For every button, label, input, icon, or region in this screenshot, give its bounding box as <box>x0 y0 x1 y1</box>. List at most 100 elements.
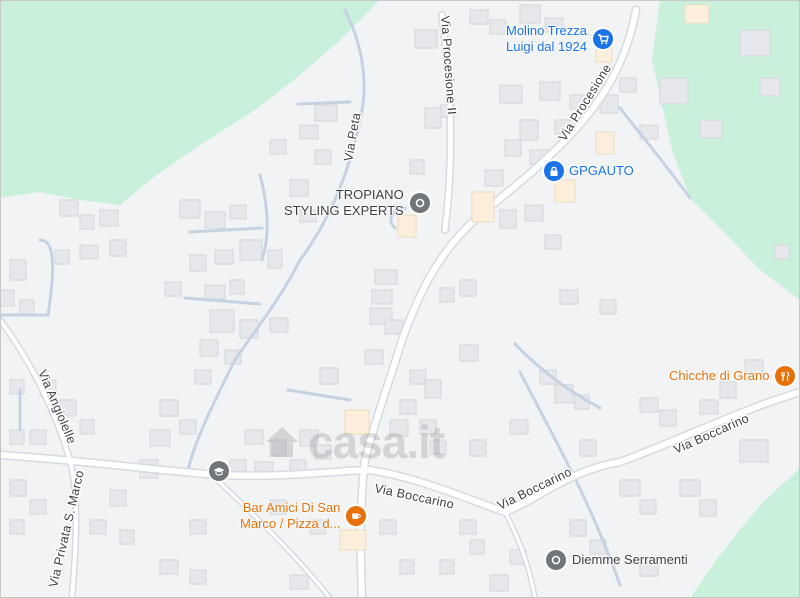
building <box>9 259 27 281</box>
building <box>179 199 201 219</box>
poi-tropiano-line1: TROPIANO <box>335 187 404 202</box>
building <box>739 439 769 463</box>
building <box>79 214 95 230</box>
building <box>774 244 790 260</box>
building <box>269 317 289 333</box>
building <box>469 439 487 457</box>
building <box>459 344 479 362</box>
building <box>54 249 70 265</box>
building <box>499 84 523 104</box>
building <box>89 519 107 535</box>
building <box>189 519 207 535</box>
building <box>204 211 226 229</box>
building <box>409 159 425 175</box>
building <box>539 81 561 101</box>
poi-diemme-label: Diemme Serramenti <box>572 552 688 567</box>
building <box>189 569 207 585</box>
poi-tropiano-label: TROPIANO STYLING EXPERTS <box>284 187 404 219</box>
building <box>9 519 25 535</box>
poi-bar-label: Bar Amici Di San Marco / Pizza d... <box>240 500 340 532</box>
building <box>199 339 219 357</box>
building <box>371 289 393 305</box>
poi-diemme-serramenti[interactable]: Diemme Serramenti <box>546 550 688 570</box>
building <box>204 284 226 300</box>
building <box>524 204 544 222</box>
school-icon <box>209 461 229 481</box>
building <box>314 149 332 165</box>
building <box>559 289 579 305</box>
building <box>659 77 689 105</box>
building <box>99 209 119 227</box>
poi-school[interactable] <box>209 461 229 481</box>
poi-gpgauto-label: GPGAUTO <box>569 163 634 178</box>
house-icon <box>266 427 298 457</box>
building <box>119 529 135 545</box>
building <box>639 499 657 515</box>
building <box>759 77 781 97</box>
building <box>229 279 245 295</box>
building <box>149 429 171 447</box>
poi-chicche-di-grano[interactable]: Chicche di Grano <box>669 366 796 386</box>
building <box>499 209 517 229</box>
building <box>229 204 247 220</box>
building <box>9 379 25 395</box>
building <box>484 169 504 187</box>
watermark-text: casa.it <box>308 416 445 468</box>
building <box>9 479 27 497</box>
map-view[interactable]: Via Procesione II Via Procesione Via Pet… <box>0 0 800 598</box>
place-icon <box>409 193 430 213</box>
building <box>504 139 522 157</box>
building <box>489 574 509 592</box>
cafe-icon <box>346 506 367 526</box>
building <box>0 289 15 307</box>
building <box>599 299 617 315</box>
building <box>699 399 719 415</box>
building <box>699 119 723 139</box>
shopping-cart-icon <box>592 29 613 49</box>
building <box>509 419 529 435</box>
poi-tropiano-line2: STYLING EXPERTS <box>284 203 404 218</box>
building <box>109 489 127 507</box>
poi-molino-trezza[interactable]: Molino Trezza Luigi dal 1924 <box>506 23 613 55</box>
poi-tropiano[interactable]: TROPIANO STYLING EXPERTS <box>284 187 430 219</box>
building <box>469 539 485 555</box>
building <box>544 234 562 250</box>
building <box>379 519 397 535</box>
poi-bar-line1: Bar Amici Di San <box>242 500 341 515</box>
cafe-icon <box>775 366 796 386</box>
building <box>319 367 339 385</box>
poi-gpgauto[interactable]: GPGAUTO <box>544 161 634 181</box>
building <box>239 239 263 261</box>
building <box>209 309 235 333</box>
building <box>214 249 234 265</box>
building <box>364 349 384 365</box>
building <box>399 559 415 575</box>
poi-chicche-label: Chicche di Grano <box>669 368 770 383</box>
building <box>399 399 417 415</box>
poi-bar-amici[interactable]: Bar Amici Di San Marco / Pizza d... <box>240 500 367 532</box>
building <box>244 429 264 445</box>
building <box>374 269 398 285</box>
building <box>699 499 717 517</box>
building <box>469 9 489 25</box>
building <box>189 254 207 272</box>
map-canvas[interactable]: Via Procesione II Via Procesione Via Pet… <box>0 0 800 598</box>
building <box>19 299 35 315</box>
building <box>679 479 701 497</box>
poi-bar-line2: Marco / Pizza d... <box>240 516 341 531</box>
building <box>194 369 212 385</box>
building <box>459 519 477 535</box>
building <box>439 559 455 575</box>
building <box>29 429 47 445</box>
building <box>179 419 197 435</box>
building <box>159 559 179 575</box>
poi-molino-label: Molino Trezza Luigi dal 1924 <box>506 23 587 55</box>
building <box>159 399 179 417</box>
building <box>29 499 47 515</box>
building <box>79 419 95 435</box>
building <box>459 279 477 297</box>
building <box>299 124 319 140</box>
building <box>569 519 587 537</box>
building <box>59 199 79 217</box>
place-icon <box>546 550 566 570</box>
